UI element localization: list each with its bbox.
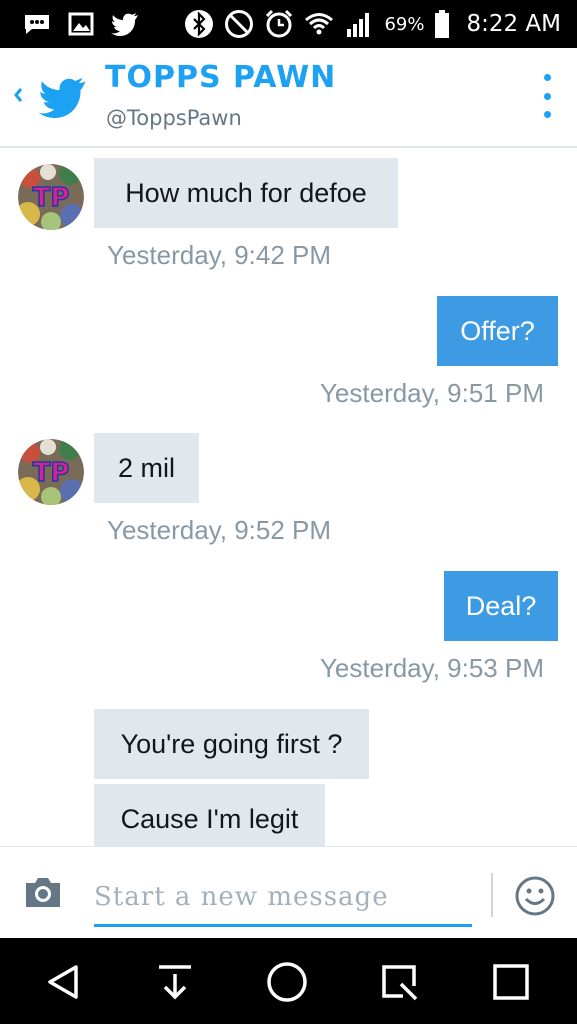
battery-percent: 69% (384, 13, 425, 35)
signal-icon (344, 9, 374, 39)
message-text: You're going first ? (120, 728, 343, 759)
arrow-down-bar-icon (159, 965, 191, 1000)
message-text: How much for defoe (125, 177, 367, 208)
message-bubble-incoming[interactable]: Cause I'm legit (94, 784, 325, 846)
avatar-initials: TP (33, 183, 70, 213)
status-bar-notifications (22, 6, 140, 42)
nav-notifications-button[interactable] (153, 960, 197, 1004)
recents-square-icon (493, 964, 529, 1000)
message-bubble-incoming[interactable]: You're going first ? (94, 709, 369, 779)
dm-conversation-screen: TOPPS PAWN @ToppsPawn TP How much for de… (0, 48, 577, 938)
more-options-button[interactable] (537, 74, 557, 118)
message-bubble-outgoing[interactable]: Offer? (437, 296, 558, 366)
message-icon (22, 9, 52, 39)
more-dot (543, 92, 551, 100)
do-not-disturb-icon (224, 9, 254, 39)
image-icon (66, 9, 96, 39)
emoji-button[interactable] (514, 875, 556, 917)
conversation-handle: @ToppsPawn (106, 106, 242, 130)
message-timestamp: Yesterday, 9:52 PM (107, 515, 332, 545)
wifi-icon (304, 9, 334, 39)
alarm-icon (264, 9, 294, 39)
conversation-header: TOPPS PAWN @ToppsPawn (0, 48, 577, 148)
camera-button[interactable] (22, 875, 64, 911)
bluetooth-icon (184, 9, 214, 39)
message-timestamp: Yesterday, 9:53 PM (319, 653, 544, 683)
message-composer (0, 846, 577, 938)
smiley-icon (515, 876, 555, 916)
message-bubble-incoming[interactable]: How much for defoe (94, 158, 398, 228)
camera-icon (26, 878, 60, 907)
message-list[interactable]: TP How much for defoe Yesterday, 9:42 PM… (0, 150, 577, 846)
message-bubble-incoming[interactable]: 2 mil (94, 433, 199, 503)
status-bar: 69% 8:22 AM (0, 0, 577, 48)
message-text: Cause I'm legit (120, 803, 299, 834)
nav-back-button[interactable] (42, 960, 86, 1004)
avatar[interactable]: TP (18, 164, 84, 230)
message-text: Deal? (465, 590, 537, 621)
status-bar-system: 69% 8:22 AM (184, 6, 561, 42)
more-dot (543, 74, 551, 81)
message-bubble-outgoing[interactable]: Deal? (444, 571, 558, 641)
message-text: 2 mil (117, 452, 175, 483)
composer-divider (491, 873, 493, 917)
twitter-logo-icon (38, 76, 88, 118)
message-text: Offer? (460, 315, 535, 346)
more-dot (543, 111, 551, 118)
nav-qslide-button[interactable] (377, 960, 421, 1004)
clock: 8:22 AM (466, 11, 561, 37)
android-nav-bar (0, 938, 577, 1024)
battery-icon (434, 9, 450, 39)
avatar[interactable]: TP (18, 439, 84, 505)
message-timestamp: Yesterday, 9:42 PM (107, 240, 332, 270)
twitter-icon (110, 9, 140, 39)
message-timestamp: Yesterday, 9:51 PM (319, 378, 544, 408)
conversation-title[interactable]: TOPPS PAWN (105, 60, 336, 95)
qslide-icon (382, 965, 418, 1001)
message-input[interactable] (94, 869, 472, 927)
back-triangle-icon (48, 965, 78, 999)
chevron-left-icon (14, 88, 23, 102)
avatar-initials: TP (33, 458, 70, 488)
back-button[interactable] (8, 80, 28, 110)
nav-home-button[interactable] (265, 960, 309, 1004)
home-circle-icon (267, 962, 307, 1002)
nav-recents-button[interactable] (489, 960, 533, 1004)
